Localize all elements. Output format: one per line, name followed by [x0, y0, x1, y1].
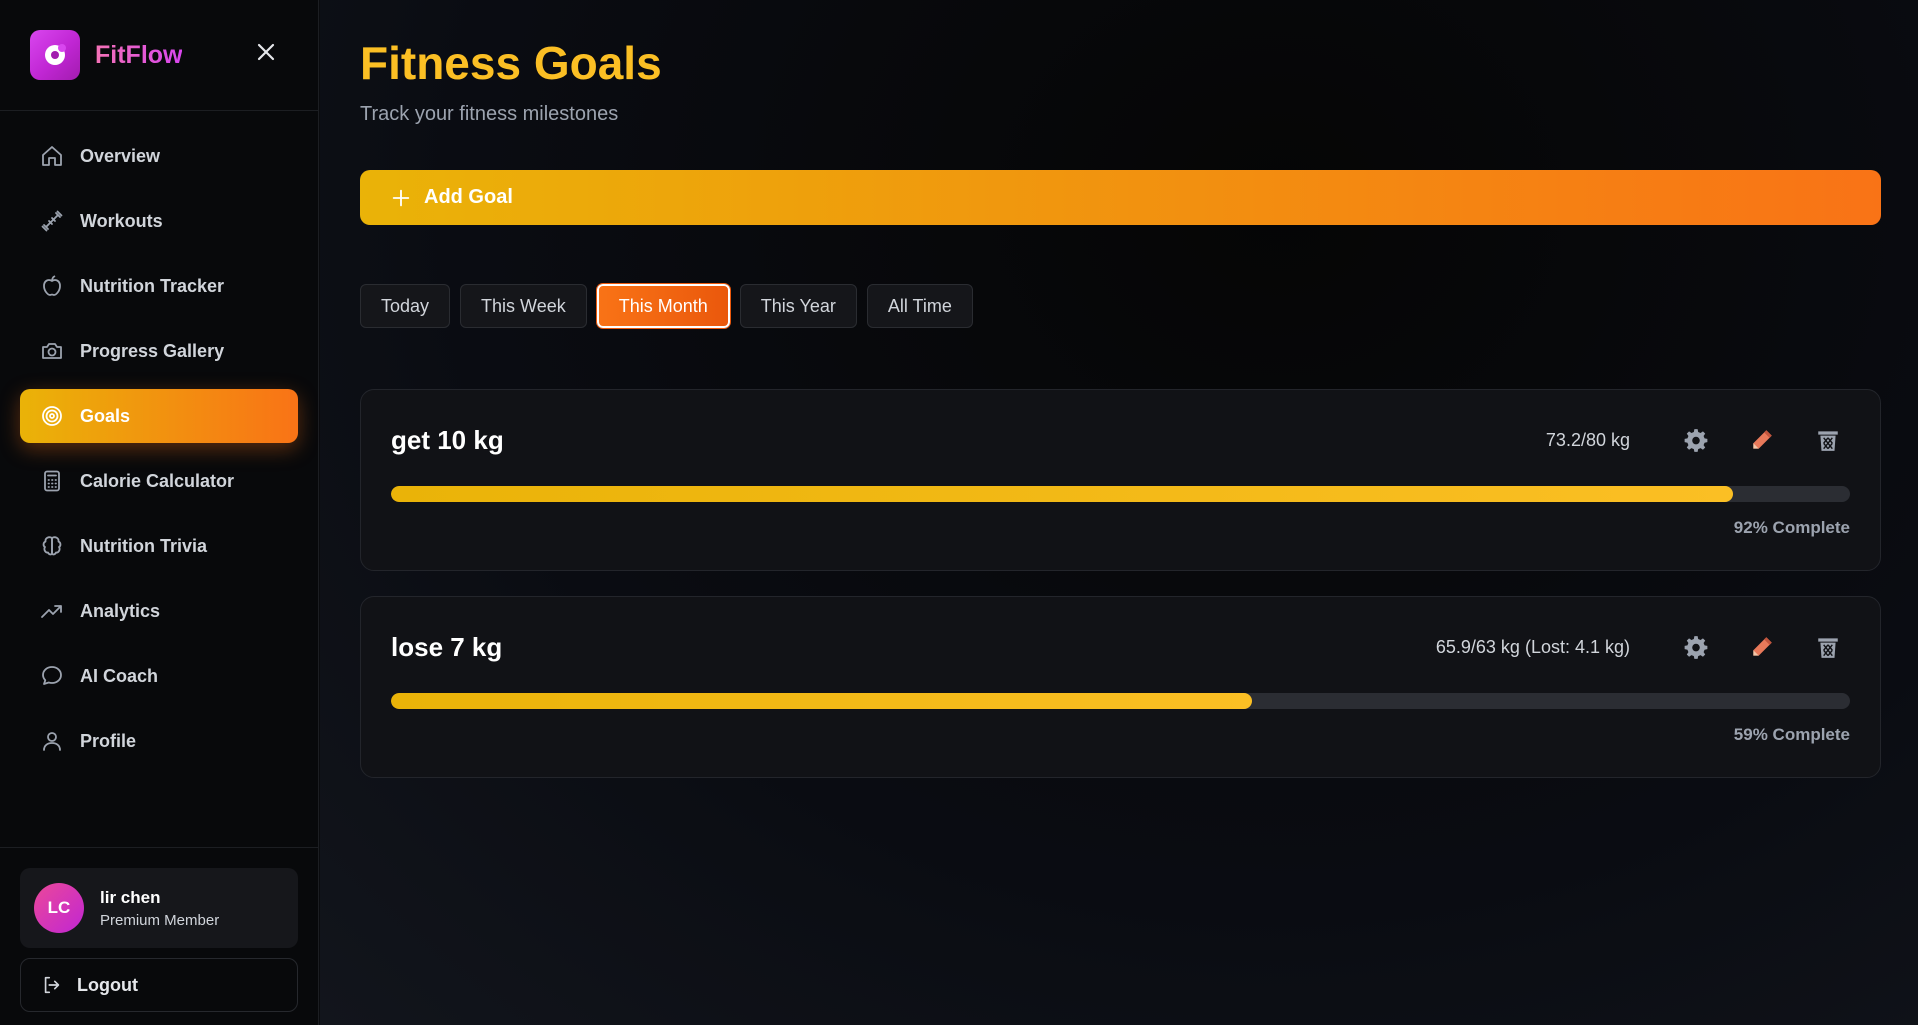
- sidebar: FitFlow Overview Workouts Nutrition Trac…: [0, 0, 319, 1025]
- app-name: FitFlow: [95, 40, 183, 69]
- sidebar-item-label: Overview: [80, 145, 161, 166]
- goal-percent: 92% Complete: [1733, 518, 1850, 537]
- goal-header: lose 7 kg 65.9/63 kg (Lost: 4.1 kg): [391, 627, 1850, 667]
- sidebar-item-profile[interactable]: Profile: [20, 714, 298, 768]
- trash-icon: [1818, 638, 1838, 658]
- goal-card: get 10 kg 73.2/80 kg 92% Complete: [360, 389, 1881, 571]
- sidebar-nav: Overview Workouts Nutrition Tracker Prog…: [0, 111, 318, 768]
- goal-progress-fill: [391, 693, 1252, 709]
- filter-this-year[interactable]: This Year: [739, 284, 857, 328]
- app-logo: [30, 30, 80, 80]
- sidebar-item-label: Goals: [80, 405, 131, 426]
- goal-delete-button[interactable]: [1806, 418, 1850, 462]
- main-content: Fitness Goals Track your fitness milesto…: [320, 0, 1918, 1025]
- pencil-icon: [1753, 637, 1772, 656]
- time-filter-tabs: Today This Week This Month This Year All…: [360, 284, 973, 328]
- goal-settings-button[interactable]: [1674, 418, 1718, 462]
- goal-progress-fill: [391, 486, 1734, 502]
- pencil-icon: [1753, 430, 1772, 449]
- sidebar-item-goals[interactable]: Goals: [20, 389, 298, 443]
- logout-label: Logout: [77, 974, 138, 995]
- gear-icon: [1684, 429, 1708, 452]
- dumbbell-icon: [41, 210, 63, 232]
- goal-card: lose 7 kg 65.9/63 kg (Lost: 4.1 kg) 59% …: [360, 596, 1881, 778]
- sidebar-item-label: Analytics: [80, 600, 161, 621]
- gear-icon: [1684, 636, 1708, 659]
- add-goal-button[interactable]: Add Goal: [360, 170, 1881, 225]
- goal-progress-bar: [391, 486, 1850, 502]
- sidebar-item-nutrition-trivia[interactable]: Nutrition Trivia: [20, 519, 298, 573]
- sidebar-item-analytics[interactable]: Analytics: [20, 584, 298, 638]
- goal-delete-button[interactable]: [1806, 625, 1850, 669]
- page-title: Fitness Goals: [360, 37, 662, 89]
- sidebar-item-overview[interactable]: Overview: [20, 129, 298, 183]
- goal-edit-button[interactable]: [1740, 625, 1784, 669]
- goal-title: get 10 kg: [391, 424, 504, 455]
- close-sidebar-button[interactable]: [254, 40, 278, 64]
- add-goal-label: Add Goal: [424, 186, 513, 208]
- sidebar-item-ai-coach[interactable]: AI Coach: [20, 649, 298, 703]
- close-icon: [257, 43, 275, 61]
- goal-settings-button[interactable]: [1674, 625, 1718, 669]
- filter-today[interactable]: Today: [360, 284, 451, 328]
- goal-stat: 73.2/80 kg: [1545, 429, 1630, 450]
- trash-icon: [1818, 431, 1838, 451]
- sidebar-item-label: AI Coach: [80, 665, 159, 686]
- target-icon: [42, 406, 62, 426]
- apple-icon: [43, 275, 61, 296]
- sidebar-item-label: Calorie Calculator: [80, 470, 235, 491]
- logo-icon: [45, 44, 66, 65]
- sidebar-item-nutrition-tracker[interactable]: Nutrition Tracker: [20, 259, 298, 313]
- goal-title: lose 7 kg: [391, 631, 503, 662]
- chat-bubble-icon: [42, 666, 62, 685]
- brand-header: FitFlow: [0, 0, 318, 111]
- goal-progress-bar: [391, 693, 1850, 709]
- user-name: lir chen: [100, 887, 161, 907]
- trending-up-icon: [41, 605, 62, 618]
- goal-header: get 10 kg 73.2/80 kg: [391, 420, 1850, 460]
- filter-all-time[interactable]: All Time: [866, 284, 973, 328]
- user-info: lir chen Premium Member: [100, 888, 219, 929]
- page-subtitle: Track your fitness milestones: [360, 103, 619, 125]
- sidebar-item-label: Nutrition Tracker: [80, 275, 225, 296]
- brain-icon: [42, 536, 62, 556]
- avatar: LC: [34, 883, 84, 933]
- user-icon: [43, 732, 61, 751]
- user-card[interactable]: LC lir chen Premium Member: [20, 868, 298, 948]
- logout-icon: [44, 976, 60, 994]
- filter-this-month[interactable]: This Month: [596, 284, 730, 328]
- filter-this-week[interactable]: This Week: [460, 284, 587, 328]
- sidebar-item-calorie-calculator[interactable]: Calorie Calculator: [20, 454, 298, 508]
- sidebar-item-label: Workouts: [80, 210, 163, 231]
- logout-button[interactable]: Logout: [20, 958, 298, 1012]
- calculator-icon: [44, 470, 60, 492]
- user-role: Premium Member: [100, 911, 220, 929]
- sidebar-item-label: Progress Gallery: [80, 340, 225, 361]
- home-icon: [42, 146, 62, 166]
- plus-icon: [392, 189, 410, 206]
- sidebar-item-progress-gallery[interactable]: Progress Gallery: [20, 324, 298, 378]
- goal-stat: 65.9/63 kg (Lost: 4.1 kg): [1435, 636, 1630, 657]
- sidebar-footer: LC lir chen Premium Member Logout: [0, 847, 318, 1025]
- camera-icon: [42, 343, 62, 359]
- goal-edit-button[interactable]: [1740, 418, 1784, 462]
- sidebar-item-label: Profile: [80, 730, 137, 751]
- goal-percent: 59% Complete: [1733, 725, 1850, 744]
- sidebar-item-label: Nutrition Trivia: [80, 535, 208, 556]
- sidebar-item-workouts[interactable]: Workouts: [20, 194, 298, 248]
